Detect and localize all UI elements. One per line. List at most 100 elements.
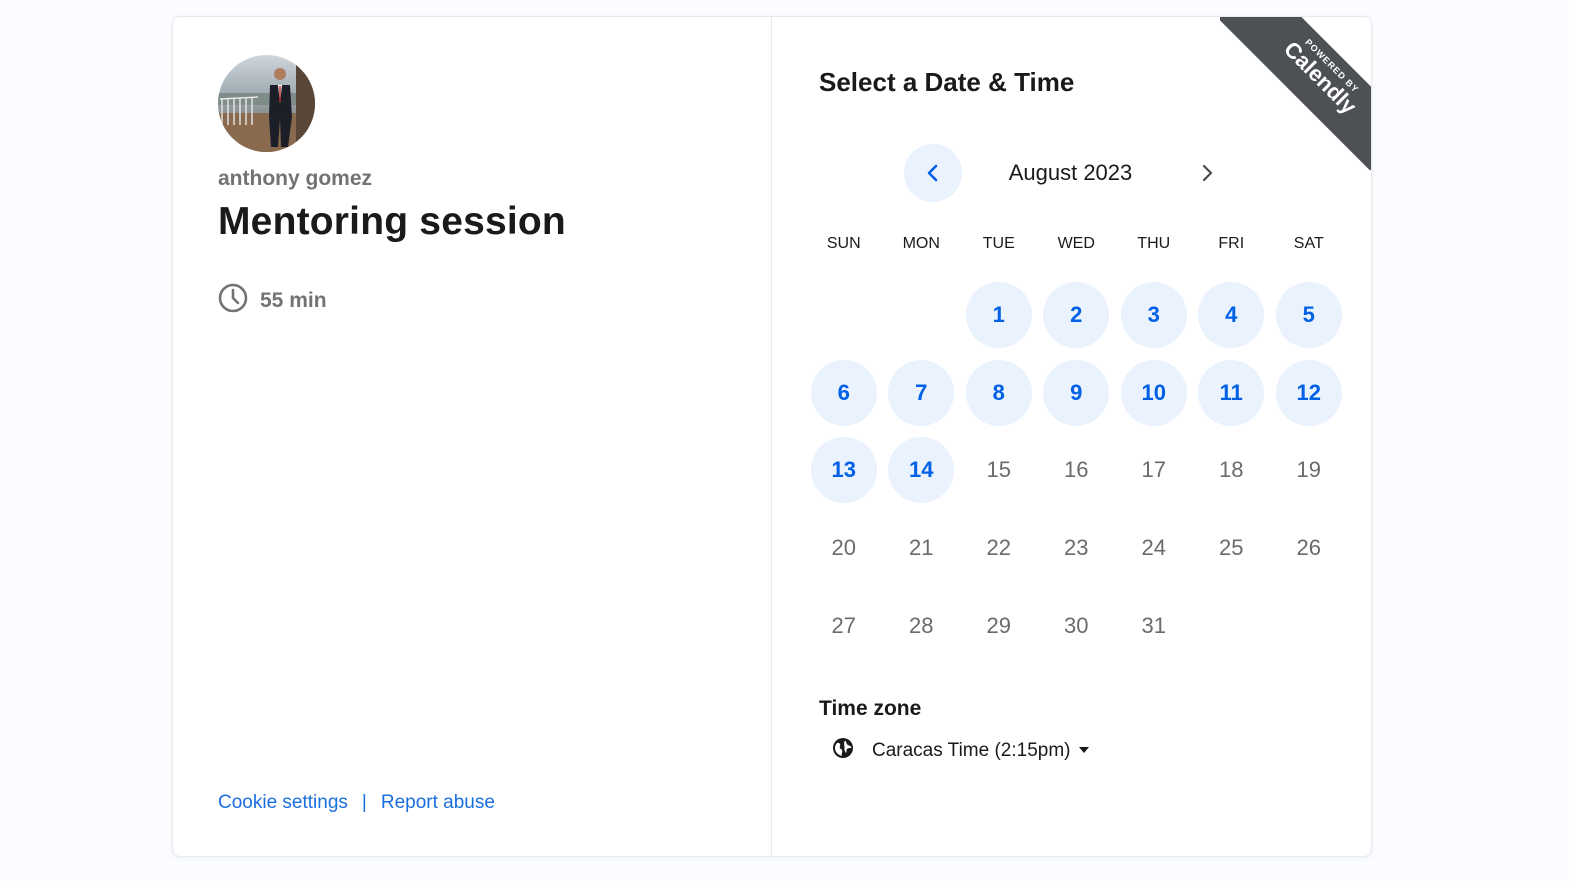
weekday-thu: THU [1137,235,1171,252]
powered-by-calendly-badge[interactable]: POWERED BY Calendly [1220,17,1371,170]
day-cell-6[interactable]: 6 [805,354,883,432]
event-title: Mentoring session [218,200,566,243]
day-cell-21: 21 [883,509,961,587]
host-avatar [218,55,315,152]
host-name: anthony gomez [218,167,373,190]
day-cell-23: 23 [1038,509,1116,587]
report-abuse-link[interactable]: Report abuse [381,792,495,814]
available-day-button[interactable]: 14 [888,437,955,504]
chevron-right-icon [1202,164,1213,182]
available-day-button[interactable]: 5 [1275,281,1342,348]
avatar-photo [218,55,315,152]
month-navigation: August 2023 [904,144,1234,202]
timezone-value: Caracas Time (2:15pm) [872,740,1071,761]
day-cell-10[interactable]: 10 [1115,354,1193,432]
event-details-pane: anthony gomez Mentoring session 55 min C… [173,17,772,856]
day-cell-27: 27 [805,587,883,665]
empty-day-cell [883,276,961,354]
timezone-select[interactable]: Caracas Time (2:15pm) [832,737,1089,765]
available-day-button[interactable]: 4 [1198,281,1265,348]
day-cell-5[interactable]: 5 [1270,276,1348,354]
unavailable-day-label: 19 [1296,457,1321,483]
booking-card: anthony gomez Mentoring session 55 min C… [172,16,1372,857]
empty-day-cell [805,276,883,354]
available-day-button[interactable]: 7 [888,359,955,426]
available-day-button[interactable]: 12 [1275,359,1342,426]
available-day-button[interactable]: 2 [1043,281,1110,348]
day-cell-2[interactable]: 2 [1038,276,1116,354]
day-cell-16: 16 [1038,431,1116,509]
weekday-header-row: SUN MON TUE WED THU FRI SAT [805,235,1348,253]
weekday-wed: WED [1057,235,1095,252]
day-cell-8[interactable]: 8 [960,354,1038,432]
calendar-days-grid: 1 2 3 4 5 6 7 8 9 10 11 12 13 14 15 16 17 18 19 20 21 22 23 24 2… [805,276,1348,664]
day-cell-20: 20 [805,509,883,587]
footer-links: Cookie settings | Report abuse [218,792,495,814]
unavailable-day-label: 20 [831,534,856,560]
unavailable-day-label: 30 [1064,612,1089,638]
day-cell-18: 18 [1193,431,1271,509]
available-day-button[interactable]: 8 [965,359,1032,426]
badge-powered-by-text: POWERED BY [1303,37,1361,95]
available-day-button[interactable]: 1 [965,281,1032,348]
footer-separator: | [361,792,367,813]
day-cell-19: 19 [1270,431,1348,509]
day-cell-26: 26 [1270,509,1348,587]
day-cell-24: 24 [1115,509,1193,587]
available-day-button[interactable]: 9 [1043,359,1110,426]
day-cell-4[interactable]: 4 [1193,276,1271,354]
unavailable-day-label: 15 [986,457,1011,483]
unavailable-day-label: 29 [986,612,1011,638]
weekday-sat: SAT [1293,235,1324,252]
day-cell-17: 17 [1115,431,1193,509]
day-cell-7[interactable]: 7 [883,354,961,432]
chevron-left-icon [927,164,938,182]
day-cell-15: 15 [960,431,1038,509]
unavailable-day-label: 23 [1064,534,1089,560]
weekday-sun: SUN [826,235,861,252]
badge-ribbon: POWERED BY Calendly [1220,17,1371,170]
cookie-settings-link[interactable]: Cookie settings [218,792,348,814]
day-cell-29: 29 [960,587,1038,665]
unavailable-day-label: 28 [909,612,934,638]
caret-down-icon [1078,746,1089,753]
day-cell-22: 22 [960,509,1038,587]
weekday-mon: MON [902,235,940,252]
unavailable-day-label: 24 [1141,534,1166,560]
day-cell-13[interactable]: 13 [805,431,883,509]
weekday-tue: TUE [982,235,1015,252]
unavailable-day-label: 16 [1064,457,1089,483]
day-cell-11[interactable]: 11 [1193,354,1271,432]
badge-brand-text: Calendly [1279,36,1362,119]
event-duration: 55 min [218,283,327,318]
duration-label: 55 min [260,288,327,312]
day-cell-28: 28 [883,587,961,665]
day-cell-1[interactable]: 1 [960,276,1038,354]
available-day-button[interactable]: 11 [1198,359,1265,426]
day-cell-31: 31 [1115,587,1193,665]
day-cell-30: 30 [1038,587,1116,665]
timezone-label: Time zone [819,697,922,720]
clock-icon [218,283,248,318]
available-day-button[interactable]: 6 [810,359,877,426]
available-day-button[interactable]: 10 [1120,359,1187,426]
previous-month-button[interactable] [904,144,962,202]
weekday-fri: FRI [1218,235,1245,252]
unavailable-day-label: 31 [1141,612,1166,638]
globe-icon [832,737,854,765]
unavailable-day-label: 22 [986,534,1011,560]
unavailable-day-label: 17 [1141,457,1166,483]
unavailable-day-label: 26 [1296,534,1321,560]
day-cell-3[interactable]: 3 [1115,276,1193,354]
unavailable-day-label: 21 [909,534,934,560]
unavailable-day-label: 18 [1219,457,1244,483]
day-cell-14[interactable]: 14 [883,431,961,509]
day-cell-25: 25 [1193,509,1271,587]
unavailable-day-label: 27 [831,612,856,638]
day-cell-9[interactable]: 9 [1038,354,1116,432]
available-day-button[interactable]: 13 [810,437,877,504]
unavailable-day-label: 25 [1219,534,1244,560]
day-cell-12[interactable]: 12 [1270,354,1348,432]
picker-title: Select a Date & Time [819,67,1075,97]
available-day-button[interactable]: 3 [1120,281,1187,348]
